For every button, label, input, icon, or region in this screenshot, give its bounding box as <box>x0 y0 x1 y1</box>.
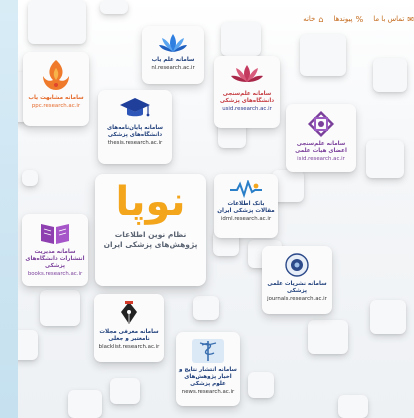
decor-square <box>308 320 348 354</box>
tile-url: usid.research.ac.ir <box>222 106 272 112</box>
tile-title: سامانه پایان‌نامه‌های دانشگاه‌های پزشکی <box>107 125 163 138</box>
tile-usid[interactable]: سامانه علم‌سنجی دانشگاه‌های پزشکی usid.r… <box>214 56 280 128</box>
tile-url: isid.research.ac.ir <box>297 156 345 162</box>
tile-title: بانک اطلاعات مقالات پزشکی ایران <box>217 201 275 214</box>
nav-contact[interactable]: ✉ تماس با ما <box>373 12 414 26</box>
decor-square <box>221 22 261 56</box>
pen-nib-icon <box>121 301 137 324</box>
phoenix-icon <box>43 60 69 90</box>
decor-square <box>300 34 346 76</box>
tile-url: blacklist.research.ac.ir <box>98 344 160 350</box>
tile-title: سامانه علم یاب <box>151 57 195 63</box>
nav-home-label: خانه <box>303 15 316 23</box>
decor-square <box>248 372 274 398</box>
crown-lotus-icon <box>231 65 263 82</box>
knot-icon <box>307 110 335 138</box>
nopa-subtitle-line2: پژوهش‌های پزشکی ایران <box>103 240 198 249</box>
decor-square <box>370 300 406 334</box>
decor-square <box>193 296 219 320</box>
tile-title: سامانه معرفی مجلات نامعتبر و جعلی <box>99 329 159 342</box>
tile-thesis[interactable]: سامانه پایان‌نامه‌های دانشگاه‌های پزشکی … <box>98 90 172 164</box>
page-banner: ⌂ خانه % پیوندها ✉ تماس با ما سامانه علم… <box>18 0 414 418</box>
decor-square <box>366 140 404 178</box>
top-navigation: ⌂ خانه % پیوندها ✉ تماس با ما <box>303 12 414 26</box>
graduation-cap-icon <box>120 98 150 117</box>
nopa-center-tile[interactable]: نوپا نظام نوین اطلاعات پژوهش‌های پزشکی ا… <box>95 174 206 286</box>
nopa-subtitle-line1: نظام نوین اطلاعات <box>114 230 187 239</box>
heartbeat-icon <box>230 180 262 198</box>
envelope-icon: ✉ <box>407 14 414 24</box>
decor-square <box>40 290 80 326</box>
tile-ppc[interactable]: سامانه مشابهت یاب ppc.research.ac.ir <box>23 52 89 126</box>
lotus-icon <box>159 34 187 52</box>
nav-links[interactable]: % پیوندها <box>333 12 363 26</box>
tile-url: nl.research.ac.ir <box>151 65 195 71</box>
tile-books[interactable]: سامانه مدیریت انتشارات دانشگاه‌های پزشکی… <box>22 214 88 286</box>
left-background-strip <box>0 0 18 418</box>
decor-square <box>18 330 38 360</box>
caduceus-icon <box>192 339 224 363</box>
tile-news[interactable]: سامانه انتشار نتایج و اخبار پژوهش‌های عل… <box>176 332 240 406</box>
decor-square <box>22 170 38 186</box>
book-icon <box>41 224 69 244</box>
decor-square <box>338 395 368 418</box>
decor-square <box>110 378 140 404</box>
nav-contact-label: تماس با ما <box>373 15 405 23</box>
decor-square <box>373 58 407 92</box>
home-icon: ⌂ <box>318 14 324 24</box>
tile-url: journals.research.ac.ir <box>267 296 327 302</box>
tile-idml[interactable]: بانک اطلاعات مقالات پزشکی ایران idml.res… <box>214 174 278 238</box>
tile-title: سامانه علم‌سنجی اعضای هیات علمی <box>295 141 347 154</box>
tile-url: news.research.ac.ir <box>181 389 235 395</box>
nopa-logo: نوپا <box>115 179 186 225</box>
seal-icon <box>285 253 309 277</box>
tile-title: سامانه نشریات علمی پزشکی <box>267 281 327 294</box>
tile-title: سامانه علم‌سنجی دانشگاه‌های پزشکی <box>219 91 275 104</box>
decor-square <box>68 390 102 418</box>
tile-elm-yab[interactable]: سامانه علم یاب nl.research.ac.ir <box>142 26 204 84</box>
tile-title: سامانه مشابهت یاب <box>28 95 84 101</box>
tile-title: سامانه مدیریت انتشارات دانشگاه‌های پزشکی <box>25 249 85 269</box>
link-icon: % <box>355 14 364 24</box>
tile-blacklist[interactable]: سامانه معرفی مجلات نامعتبر و جعلی blackl… <box>94 294 164 362</box>
tile-title: سامانه انتشار نتایج و اخبار پژوهش‌های عل… <box>179 367 237 387</box>
tile-journals[interactable]: سامانه نشریات علمی پزشکی journals.resear… <box>262 246 332 314</box>
decor-square <box>100 0 128 14</box>
decor-square <box>28 0 86 44</box>
nav-links-label: پیوندها <box>333 15 353 23</box>
nav-home[interactable]: ⌂ خانه <box>303 12 323 26</box>
tile-url: thesis.research.ac.ir <box>107 140 163 146</box>
tile-url: idml.research.ac.ir <box>220 216 272 222</box>
tile-isid[interactable]: سامانه علم‌سنجی اعضای هیات علمی isid.res… <box>286 104 356 172</box>
tile-url: ppc.research.ac.ir <box>31 103 81 109</box>
tile-url: books.research.ac.ir <box>27 271 83 277</box>
